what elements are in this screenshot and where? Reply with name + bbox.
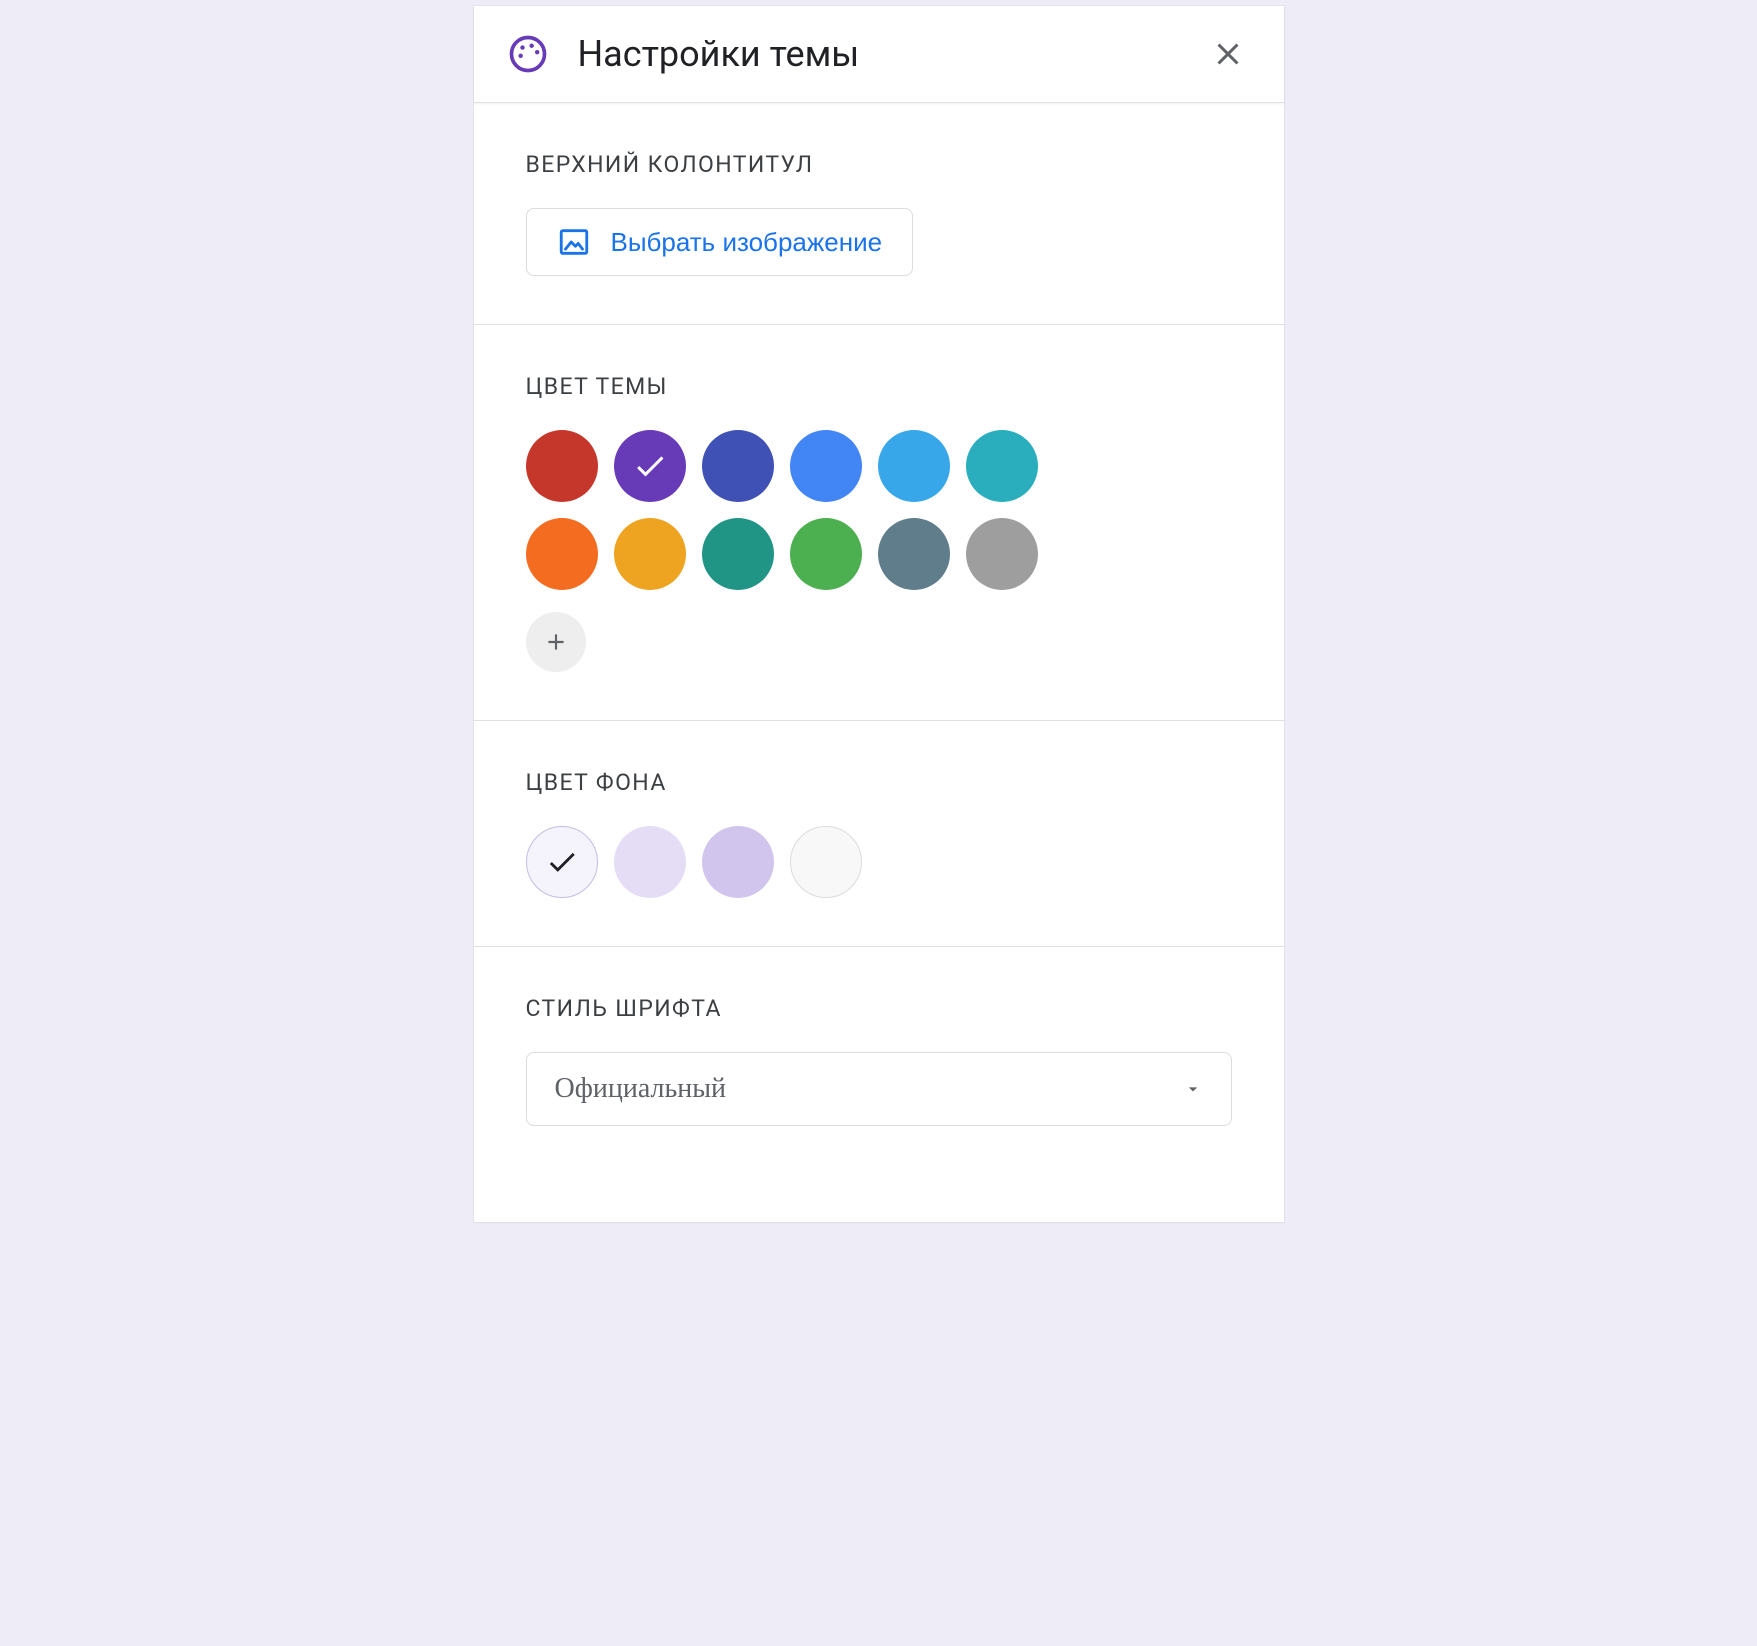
background-color-swatch[interactable] — [614, 826, 686, 898]
close-icon — [1210, 36, 1246, 72]
theme-color-swatches — [526, 430, 1038, 590]
chevron-down-icon — [1183, 1079, 1203, 1099]
theme-color-swatch[interactable] — [614, 518, 686, 590]
panel-header: Настройки темы — [474, 6, 1284, 103]
theme-color-swatch[interactable] — [702, 430, 774, 502]
theme-color-swatch[interactable] — [966, 430, 1038, 502]
theme-color-swatch[interactable] — [526, 430, 598, 502]
add-custom-color-button[interactable] — [526, 612, 586, 672]
theme-color-swatch[interactable] — [878, 430, 950, 502]
theme-color-label: ЦВЕТ ТЕМЫ — [526, 373, 1232, 400]
font-style-label: СТИЛЬ ШРИФТА — [526, 995, 1232, 1022]
theme-color-swatch[interactable] — [790, 430, 862, 502]
choose-image-button[interactable]: Выбрать изображение — [526, 208, 914, 276]
panel-title: Настройки темы — [578, 33, 1204, 75]
header-image-section: ВЕРХНИЙ КОЛОНТИТУЛ Выбрать изображение — [474, 103, 1284, 325]
choose-image-label: Выбрать изображение — [611, 227, 883, 258]
background-color-swatch[interactable] — [702, 826, 774, 898]
theme-color-swatch[interactable] — [966, 518, 1038, 590]
background-color-swatch[interactable] — [526, 826, 598, 898]
theme-settings-panel: Настройки темы ВЕРХНИЙ КОЛОНТИТУЛ Выбрат… — [474, 6, 1284, 1222]
font-style-section: СТИЛЬ ШРИФТА Официальный — [474, 947, 1284, 1222]
theme-color-swatch[interactable] — [702, 518, 774, 590]
theme-color-swatch[interactable] — [526, 518, 598, 590]
close-button[interactable] — [1204, 30, 1252, 78]
font-style-select[interactable]: Официальный — [526, 1052, 1232, 1126]
background-color-swatch[interactable] — [790, 826, 862, 898]
theme-color-swatch[interactable] — [614, 430, 686, 502]
plus-icon — [543, 629, 569, 655]
image-icon — [557, 225, 591, 259]
font-style-selected: Официальный — [555, 1073, 727, 1105]
background-color-swatches — [526, 826, 1232, 898]
header-image-label: ВЕРХНИЙ КОЛОНТИТУЛ — [526, 151, 1232, 178]
theme-color-section: ЦВЕТ ТЕМЫ — [474, 325, 1284, 721]
palette-icon — [506, 32, 550, 76]
background-color-label: ЦВЕТ ФОНА — [526, 769, 1232, 796]
background-color-section: ЦВЕТ ФОНА — [474, 721, 1284, 947]
theme-color-swatch[interactable] — [878, 518, 950, 590]
theme-color-swatch[interactable] — [790, 518, 862, 590]
